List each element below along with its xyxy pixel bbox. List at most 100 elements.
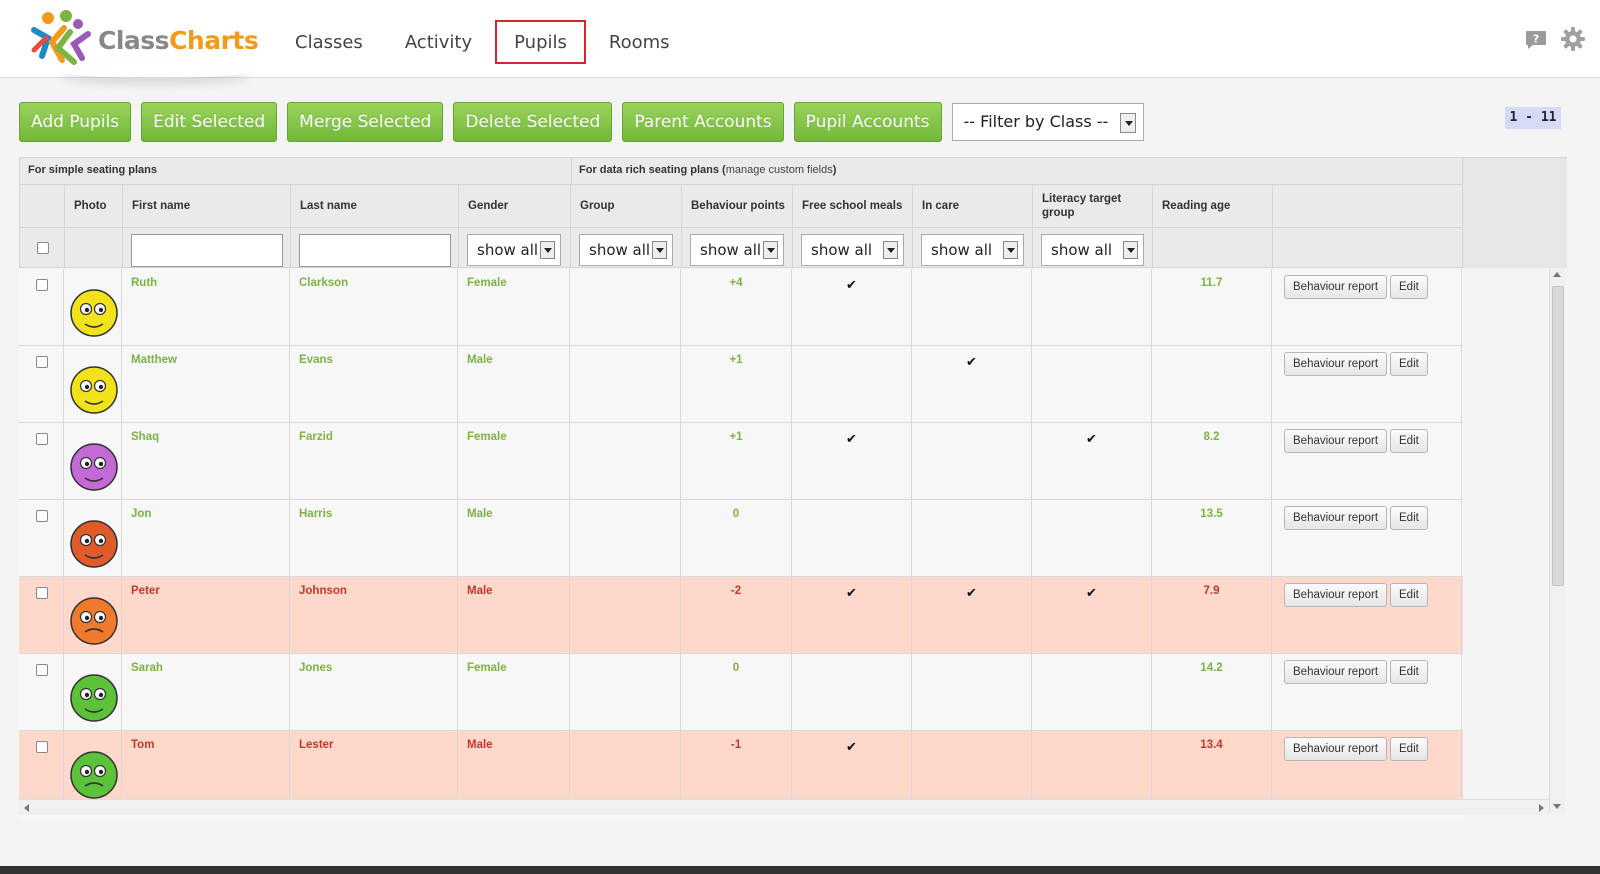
edit-pupil-button[interactable]: Edit [1390, 275, 1428, 299]
col-gender[interactable]: Gender [459, 184, 571, 227]
edit-selected-button[interactable]: Edit Selected [141, 102, 278, 142]
filter-gender-cell: show all [459, 227, 571, 269]
group-filter-select[interactable]: show all [579, 234, 673, 266]
pupil-avatar-icon[interactable] [67, 510, 121, 570]
behaviour-report-button[interactable]: Behaviour report [1284, 583, 1388, 607]
col-in-care[interactable]: In care [913, 184, 1033, 227]
row-checkbox[interactable] [36, 510, 48, 522]
pupil-avatar-icon[interactable] [67, 741, 121, 801]
literacy-target-cell: ✔ [1032, 577, 1152, 654]
filter-by-class-select[interactable]: -- Filter by Class -- [951, 103, 1144, 141]
select-all-checkbox[interactable] [37, 242, 49, 254]
edit-pupil-button[interactable]: Edit [1390, 583, 1428, 607]
filter-by-class-value: -- Filter by Class -- [963, 112, 1109, 131]
row-checkbox[interactable] [36, 741, 48, 753]
edit-pupil-button[interactable]: Edit [1390, 737, 1428, 761]
add-pupils-button[interactable]: Add Pupils [19, 102, 132, 142]
behaviour-points-cell: +1 [681, 346, 792, 423]
literacy-target-cell [1032, 346, 1152, 423]
gender-filter-select[interactable]: show all [467, 234, 561, 266]
horizontal-scrollbar[interactable] [19, 799, 1549, 815]
gender-cell: Male [458, 500, 570, 577]
logo-shadow [60, 64, 250, 78]
help-icon[interactable]: ? [1525, 30, 1547, 50]
col-free-school-meals[interactable]: Free school meals [793, 184, 913, 227]
row-select-cell [19, 269, 64, 346]
actions-cell: Behaviour report Edit [1272, 500, 1462, 577]
literacy-target-cell [1032, 269, 1152, 346]
first-name-cell: Sarah [122, 654, 290, 731]
vertical-scroll-thumb[interactable] [1552, 286, 1564, 586]
reading-age-cell: 14.2 [1152, 654, 1272, 731]
row-checkbox[interactable] [36, 433, 48, 445]
dropdown-arrow-icon [540, 241, 555, 259]
merge-selected-button[interactable]: Merge Selected [287, 102, 444, 142]
in-care-cell [912, 500, 1032, 577]
photo-cell [64, 500, 122, 577]
col-literacy-target-group[interactable]: Literacy target group [1033, 184, 1153, 227]
gender-cell: Female [458, 423, 570, 500]
scroll-left-arrow-icon[interactable] [24, 804, 29, 812]
actions-cell: Behaviour report Edit [1272, 577, 1462, 654]
behaviour-report-button[interactable]: Behaviour report [1284, 660, 1388, 684]
edit-pupil-button[interactable]: Edit [1390, 429, 1428, 453]
delete-selected-button[interactable]: Delete Selected [453, 102, 613, 142]
behaviour-points-cell: 0 [681, 654, 792, 731]
pupil-accounts-button[interactable]: Pupil Accounts [793, 102, 942, 142]
in-care-filter-select[interactable]: show all [921, 234, 1024, 266]
free-school-meals-filter-select[interactable]: show all [801, 234, 904, 266]
actions-cell: Behaviour report Edit [1272, 654, 1462, 731]
pupil-avatar-icon[interactable] [67, 587, 121, 647]
behaviour-points-filter-select[interactable]: show all [690, 234, 784, 266]
manage-custom-fields-link[interactable]: manage custom fields [726, 164, 833, 176]
last-name-cell: Lester [290, 731, 458, 808]
filter-literacy-cell: show all [1033, 227, 1153, 269]
pupil-avatar-icon[interactable] [67, 356, 121, 416]
group-cell [570, 500, 681, 577]
nav-activity[interactable]: Activity [386, 20, 491, 64]
pagination-range[interactable]: 1 - 11 [1505, 107, 1561, 129]
row-checkbox[interactable] [36, 279, 48, 291]
pupils-table: For simple seating plans For data rich s… [19, 157, 1567, 819]
pupil-avatar-icon[interactable] [67, 664, 121, 724]
col-last-name[interactable]: Last name [291, 184, 459, 227]
filter-actions-cell [1273, 227, 1463, 269]
behaviour-report-button[interactable]: Behaviour report [1284, 429, 1388, 453]
edit-pupil-button[interactable]: Edit [1390, 352, 1428, 376]
edit-pupil-button[interactable]: Edit [1390, 660, 1428, 684]
classcharts-logo[interactable]: ClassCharts [28, 8, 259, 70]
photo-cell [64, 346, 122, 423]
pupil-avatar-icon[interactable] [67, 433, 121, 493]
col-group[interactable]: Group [571, 184, 682, 227]
reading-age-cell: 8.2 [1152, 423, 1272, 500]
row-checkbox[interactable] [36, 587, 48, 599]
behaviour-report-button[interactable]: Behaviour report [1284, 275, 1388, 299]
first-name-filter-input[interactable] [131, 234, 283, 267]
col-behaviour-points[interactable]: Behaviour points [682, 184, 793, 227]
behaviour-report-button[interactable]: Behaviour report [1284, 737, 1388, 761]
filter-behaviour-cell: show all [682, 227, 793, 269]
col-first-name[interactable]: First name [123, 184, 291, 227]
table-row: Sarah Jones Female 0 14.2 Behaviour repo… [19, 654, 1463, 731]
parent-accounts-button[interactable]: Parent Accounts [622, 102, 784, 142]
col-reading-age[interactable]: Reading age [1153, 184, 1273, 227]
scroll-up-arrow-icon[interactable] [1553, 272, 1561, 277]
col-photo: Photo [65, 184, 123, 227]
vertical-scrollbar[interactable] [1549, 268, 1565, 813]
literacy-target-cell: ✔ [1032, 423, 1152, 500]
free-school-meals-cell [792, 346, 912, 423]
gear-icon[interactable] [1561, 27, 1585, 51]
row-checkbox[interactable] [36, 664, 48, 676]
pupil-avatar-icon[interactable] [67, 279, 121, 339]
nav-rooms[interactable]: Rooms [590, 20, 689, 64]
nav-pupils[interactable]: Pupils [495, 20, 586, 64]
row-checkbox[interactable] [36, 356, 48, 368]
behaviour-report-button[interactable]: Behaviour report [1284, 506, 1388, 530]
last-name-filter-input[interactable] [299, 234, 451, 267]
scroll-right-arrow-icon[interactable] [1539, 804, 1544, 812]
scroll-down-arrow-icon[interactable] [1553, 804, 1561, 809]
behaviour-report-button[interactable]: Behaviour report [1284, 352, 1388, 376]
literacy-filter-select[interactable]: show all [1041, 234, 1144, 266]
edit-pupil-button[interactable]: Edit [1390, 506, 1428, 530]
nav-classes[interactable]: Classes [276, 20, 382, 64]
